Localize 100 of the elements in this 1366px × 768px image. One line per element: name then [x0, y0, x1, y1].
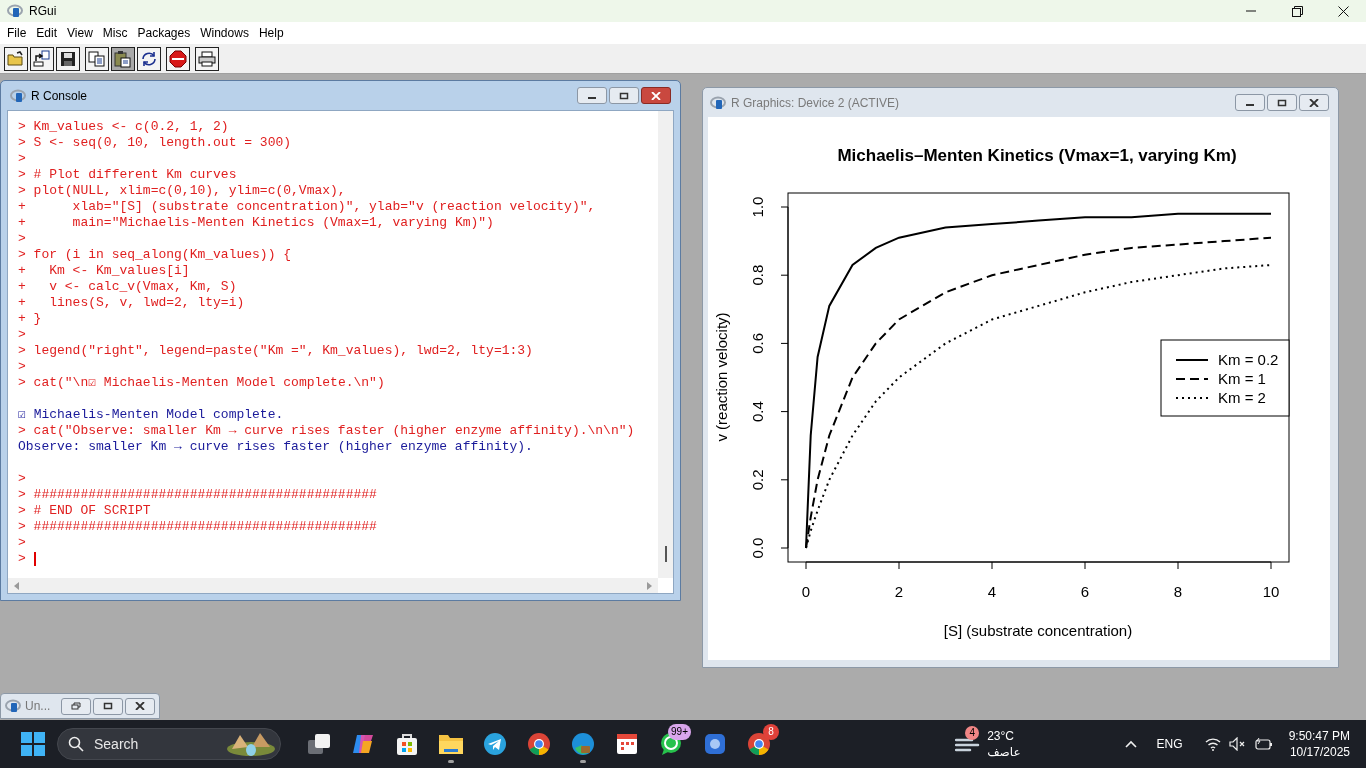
search-icon [68, 736, 84, 752]
paste-icon [114, 49, 132, 68]
toolbar-button[interactable] [85, 46, 109, 71]
folder-icon [438, 733, 464, 755]
toolbar-button[interactable] [166, 46, 190, 71]
menu-item[interactable]: Misc [97, 24, 133, 42]
stop-sign-icon [169, 49, 187, 68]
running-indicator [580, 760, 586, 763]
console-line: + lines(S, v, lwd=2, lty=i) [18, 295, 246, 311]
maximize-button[interactable] [93, 697, 123, 715]
console-line: > Km_values <- c(0.2, 1, 2) [18, 119, 230, 135]
scroll-right-icon [647, 581, 652, 590]
task-view-icon [307, 733, 331, 755]
console-line: > cat("\n☑ Michaelis-Menten Model complete.\n") [18, 375, 386, 391]
menu-item[interactable]: File [2, 24, 32, 42]
language-indicator[interactable]: ENG [1156, 735, 1183, 753]
menu-item[interactable]: Help [253, 24, 289, 42]
maximize-button[interactable] [1267, 94, 1297, 111]
y-axis-label: v (reaction velocity) [713, 312, 730, 442]
window-title: R Graphics: Device 2 (ACTIVE) [731, 94, 900, 112]
legend-line [1175, 359, 1209, 361]
menu-item[interactable]: Edit [31, 24, 63, 42]
console-line: + main="Michaelis-Menten Kinetics (Vmax=1, varying Km)") [18, 215, 495, 231]
legend-label: Km = 0.2 [1218, 351, 1279, 368]
save-icon [60, 50, 76, 67]
window-title: Un... [25, 698, 51, 715]
minimize-button[interactable] [577, 87, 607, 104]
text-cursor [33, 552, 36, 566]
clock-time[interactable]: 9:50:47 PM [1288, 728, 1350, 744]
console-output: ☑ Michaelis-Menten Model complete. [18, 407, 285, 423]
y-tick-label: 0.2 [749, 469, 766, 491]
y-tick-label: 0.6 [749, 332, 766, 354]
console-line: > S <- seq(0, 10, length.out = 300) [18, 135, 293, 151]
printer-icon [198, 50, 216, 67]
console-line: + xlab="[S] (substrate concentration)", ylab="v (reaction velocity)", [18, 199, 597, 215]
toolbar-button[interactable] [4, 46, 28, 71]
x-tick-label: 2 [894, 583, 904, 600]
notification-badge: 8 [763, 724, 779, 740]
minimize-button[interactable] [1235, 94, 1265, 111]
close-icon [1309, 98, 1319, 107]
y-tick-label: 1.0 [749, 196, 766, 218]
close-button[interactable] [1299, 94, 1329, 111]
search-button[interactable]: Search [57, 728, 281, 760]
minimized-window[interactable]: Un... [0, 693, 160, 719]
horizontal-scrollbar[interactable] [8, 578, 658, 593]
speaker-muted-icon [1228, 737, 1247, 751]
close-button[interactable] [125, 697, 155, 715]
console-line: + Km <- Km_values[i] [18, 263, 191, 279]
start-button[interactable] [20, 731, 46, 757]
maximize-icon [103, 702, 113, 710]
console-line: > [18, 327, 27, 343]
console-prompt: > [18, 551, 26, 567]
load-workspace-icon [33, 49, 51, 68]
console-line: > legend("right", legend=paste("Km =", Km_values), lwd=2, lty=1:3) [18, 343, 534, 359]
y-tick-label: 0.0 [749, 537, 766, 559]
menu-item[interactable]: Windows [195, 24, 254, 42]
y-tick-label: 0.8 [749, 264, 766, 286]
console-line: > ############################################ [18, 487, 378, 503]
console-line: > [18, 231, 27, 247]
console-line: + } [18, 311, 43, 327]
console-line: > ############################################ [18, 519, 378, 535]
open-folder-icon [7, 50, 25, 67]
vertical-scrollbar[interactable] [658, 111, 673, 578]
toolbar-button[interactable] [111, 46, 135, 71]
console-line: > [18, 151, 27, 167]
store-bag-icon [395, 732, 419, 756]
minimize-icon [1246, 10, 1256, 12]
console-line: + v <- calc_v(Vmax, Km, S) [18, 279, 238, 295]
x-tick-label: 8 [1173, 583, 1183, 600]
y-tick-label: 0.4 [749, 401, 766, 423]
toolbar-button[interactable] [56, 46, 80, 71]
x-tick-label: 4 [987, 583, 997, 600]
maximize-button[interactable] [609, 87, 639, 104]
legend-line [1175, 378, 1209, 380]
chevron-up-icon[interactable] [1124, 740, 1137, 748]
console-line: > [18, 471, 27, 487]
console-line: > cat("Observe: smaller Km → curve rises faster (higher enzyme affinity).\n\n") [18, 423, 636, 439]
scroll-left-icon [14, 581, 19, 590]
weather-condition: عاصف [987, 744, 1021, 760]
menu-item[interactable]: Packages [132, 24, 196, 42]
console-line: > # Plot different Km curves [18, 167, 238, 183]
close-button[interactable] [641, 87, 671, 104]
toolbar-button[interactable] [30, 46, 54, 71]
taskbar-app-button[interactable]: 8 [739, 724, 779, 764]
taskbar-app-button[interactable]: 99+ [651, 724, 691, 764]
running-indicator [448, 760, 454, 763]
x-axis-label: [S] (substrate concentration) [943, 622, 1133, 639]
menu-item[interactable]: View [62, 24, 98, 42]
app-icon [703, 732, 727, 756]
refresh-icon [140, 49, 158, 68]
restore-icon [1291, 5, 1303, 17]
windows-logo-icon [21, 732, 45, 756]
notification-badge: 4 [965, 726, 980, 740]
clock-date[interactable]: 10/17/2025 [1289, 744, 1350, 760]
notification-badge: 99+ [668, 724, 691, 740]
toolbar-button[interactable] [195, 46, 219, 71]
console-output: Observe: smaller Km → curve rises faster (higher enzyme affinity). [18, 439, 534, 455]
close-icon [135, 702, 145, 710]
toolbar-button[interactable] [137, 46, 161, 71]
chart-title: Michaelis–Menten Kinetics (Vmax=1, varying Km) [837, 146, 1237, 165]
